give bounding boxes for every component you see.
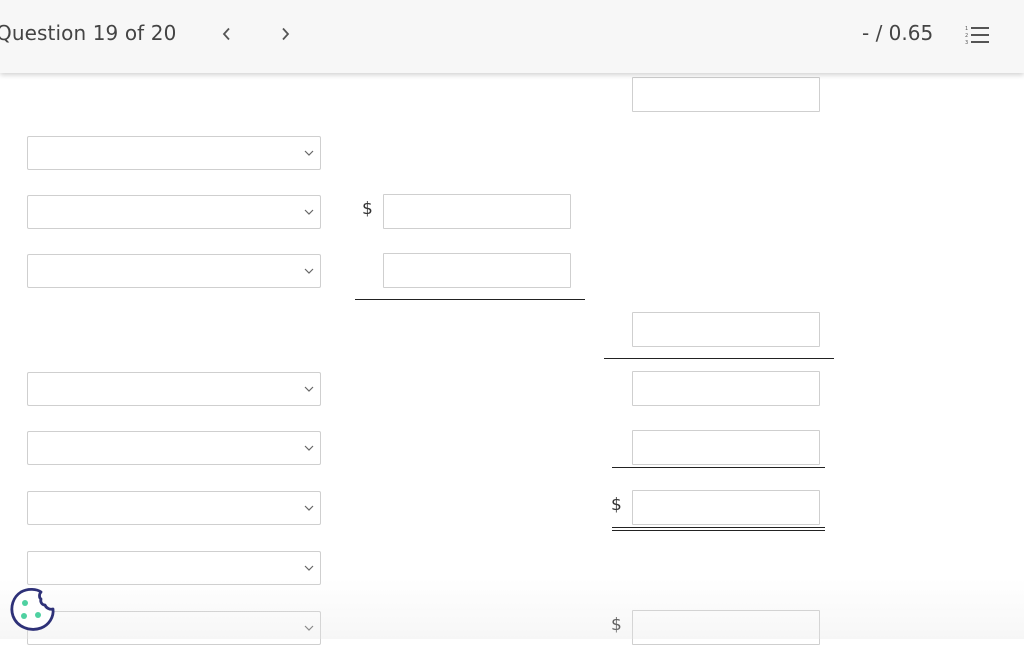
chevron-down-icon [304, 150, 314, 156]
chevron-left-icon [222, 27, 230, 41]
chevron-down-icon [304, 625, 314, 631]
cookie-icon [10, 587, 55, 631]
amount-input-middle-row2[interactable] [383, 194, 571, 229]
question-header: Question 19 of 20 - / 0.65 1 2 3 [0, 0, 1024, 73]
account-select-row8[interactable] [27, 551, 321, 585]
score-display: - / 0.65 [862, 21, 934, 45]
account-select-row7[interactable] [27, 491, 321, 525]
account-select-row3[interactable] [27, 254, 321, 288]
previous-question-button[interactable] [215, 20, 239, 48]
chevron-down-icon [304, 209, 314, 215]
cookie-settings-button[interactable] [8, 586, 56, 634]
subtotal-underline [355, 299, 585, 300]
question-counter: Question 19 of 20 [0, 21, 177, 45]
account-select-row1[interactable] [27, 136, 321, 170]
numbered-list-icon: 1 2 3 [965, 26, 989, 46]
svg-text:3: 3 [965, 40, 968, 46]
account-select-row6[interactable] [27, 431, 321, 465]
currency-symbol: $ [362, 199, 373, 219]
subtotal-underline [612, 467, 825, 468]
total-double-underline [612, 527, 825, 531]
svg-text:1: 1 [965, 26, 968, 32]
amount-input-right-row7[interactable] [632, 490, 820, 525]
amount-input-middle-row3[interactable] [383, 253, 571, 288]
currency-symbol: $ [611, 615, 622, 635]
subtotal-underline [604, 358, 834, 359]
account-select-row2[interactable] [27, 195, 321, 229]
chevron-down-icon [304, 505, 314, 511]
chevron-down-icon [304, 565, 314, 571]
svg-text:2: 2 [965, 33, 968, 39]
question-list-button[interactable]: 1 2 3 [962, 22, 992, 48]
next-question-button[interactable] [273, 20, 297, 48]
chevron-down-icon [304, 445, 314, 451]
currency-symbol: $ [611, 495, 622, 515]
account-select-row9[interactable] [27, 611, 321, 645]
amount-input-right-row0[interactable] [632, 77, 820, 112]
amount-input-right-row9[interactable] [632, 610, 820, 645]
chevron-right-icon [282, 27, 290, 41]
amount-input-right-row4[interactable] [632, 312, 820, 347]
chevron-down-icon [304, 386, 314, 392]
chevron-down-icon [304, 268, 314, 274]
account-select-row5[interactable] [27, 372, 321, 406]
amount-input-right-row5[interactable] [632, 371, 820, 406]
amount-input-right-row6[interactable] [632, 430, 820, 465]
